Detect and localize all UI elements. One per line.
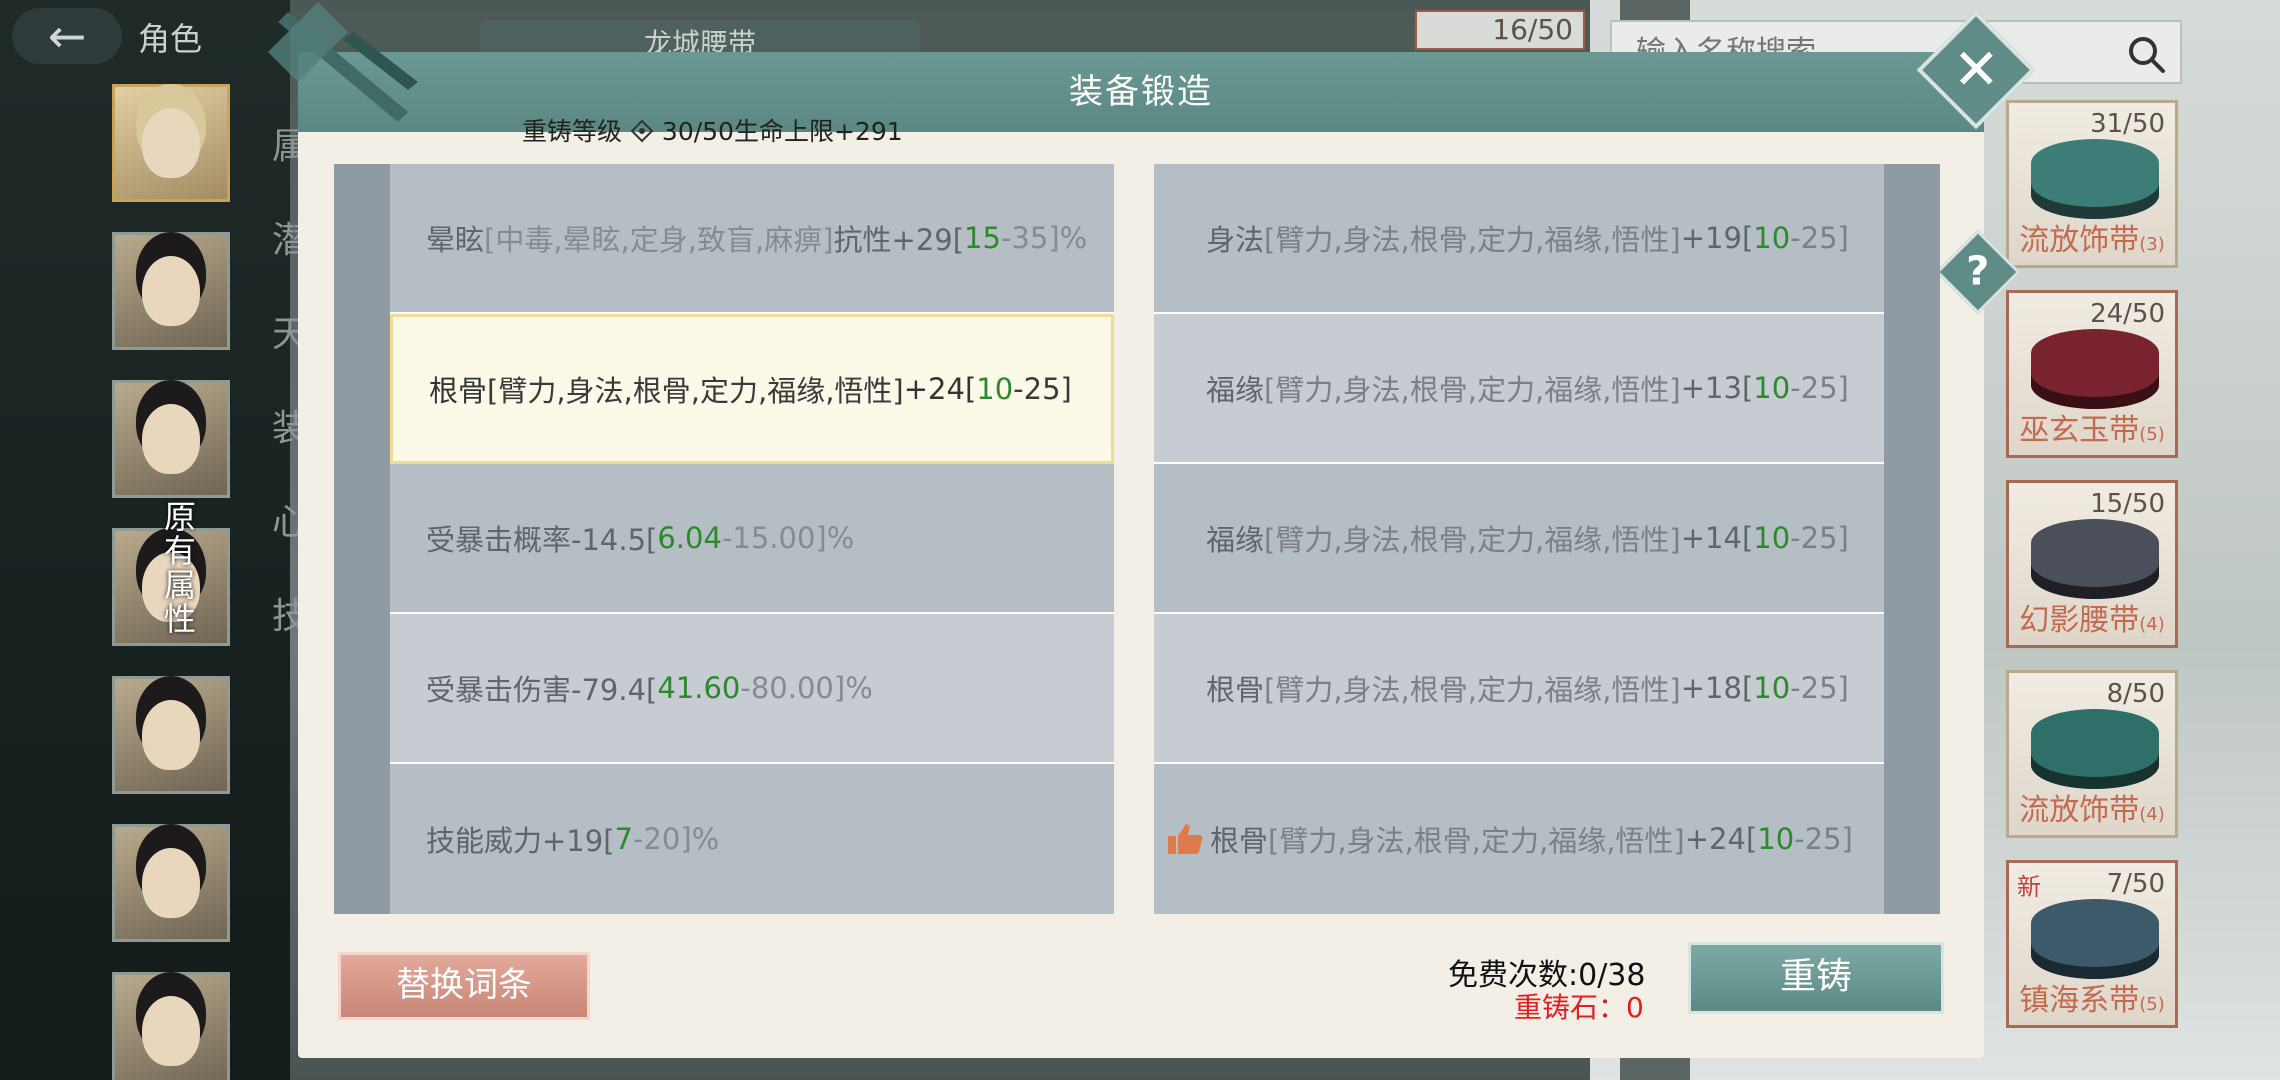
equipment-card[interactable]: 15/50 幻影腰带(4) <box>2006 480 2178 648</box>
character-portrait[interactable] <box>112 84 230 202</box>
info-diamond-icon <box>630 119 654 143</box>
equipment-list: 31/50 流放饰带(3) 24/50 巫玄玉带(5) 15/50 幻影腰带(4… <box>2006 100 2178 1050</box>
reforge-button[interactable]: 重铸 <box>1688 942 1944 1014</box>
attribute-row[interactable]: 身法 [臂力,身法,根骨,定力,福缘,悟性] +19[10 -25] <box>1154 164 1884 314</box>
attribute-row[interactable]: 福缘 [臂力,身法,根骨,定力,福缘,悟性] +14[10 -25] <box>1154 464 1884 614</box>
item-name: 流放饰带(4) <box>2019 793 2165 828</box>
avatar <box>142 848 200 918</box>
attribute-row[interactable]: 福缘 [臂力,身法,根骨,定力,福缘,悟性] +13[10 -25] <box>1154 314 1884 464</box>
character-portrait[interactable] <box>112 380 230 498</box>
original-attributes-panel: 晕眩 [中毒,晕眩,定身,致盲,麻痹] 抗性+29[15 -35]% 根骨 [臂力,身法… <box>334 164 1114 914</box>
thumbs-up-icon <box>1168 824 1203 854</box>
forge-dialog: 装备锻造 ✕ ? 重铸等级 30/50生命上限+291 晕眩 [中毒,晕眩,定身,… <box>268 2 2036 1058</box>
equipment-card[interactable]: 24/50 巫玄玉带(5) <box>2006 290 2178 458</box>
item-count: 15/50 <box>2090 489 2165 519</box>
new-badge: 新 <box>2017 873 2041 901</box>
attribute-row-recommended[interactable]: 根骨 [臂力,身法,根骨,定力,福缘,悟性] +24[10 -25] <box>1154 764 1884 914</box>
attribute-row[interactable]: 技能威力+19[7 -20]% <box>390 764 1114 914</box>
reforged-attributes-panel: 身法 [臂力,身法,根骨,定力,福缘,悟性] +19[10 -25] 福缘 [臂力,身法… <box>1154 164 1940 914</box>
belt-icon <box>2031 139 2159 219</box>
back-button[interactable]: ← <box>12 8 122 64</box>
item-name: 幻影腰带(4) <box>2019 603 2165 638</box>
attribute-row-selected[interactable]: 根骨 [臂力,身法,根骨,定力,福缘,悟性] +24[10 -25] <box>390 314 1114 464</box>
item-count: 31/50 <box>2090 109 2165 139</box>
reforged-attribute-list: 身法 [臂力,身法,根骨,定力,福缘,悟性] +19[10 -25] 福缘 [臂力,身法… <box>1154 164 1884 914</box>
background-item-count: 16/50 <box>1415 10 1585 50</box>
item-count: 8/50 <box>2106 679 2165 709</box>
item-name: 流放饰带(3) <box>2019 223 2165 258</box>
question-icon: ? <box>1966 248 1990 295</box>
character-portrait[interactable] <box>112 824 230 942</box>
character-portrait[interactable] <box>112 676 230 794</box>
avatar <box>142 108 200 178</box>
equipment-card[interactable]: 8/50 流放饰带(4) <box>2006 670 2178 838</box>
back-arrow-icon: ← <box>47 9 87 63</box>
reforge-level-value: 30/50生命上限+291 <box>661 117 903 146</box>
item-name: 巫玄玉带(5) <box>2019 413 2165 448</box>
equipment-card[interactable]: 新 7/50 镇海系带(5) <box>2006 860 2178 1028</box>
original-attributes-label: 原有属性 <box>163 498 196 638</box>
avatar <box>142 404 200 474</box>
avatar <box>142 996 200 1066</box>
close-icon: ✕ <box>1952 36 2000 102</box>
character-portrait[interactable] <box>112 232 230 350</box>
sword-ornament-icon <box>268 2 418 122</box>
item-count: 7/50 <box>2106 869 2165 899</box>
search-icon[interactable] <box>2126 34 2166 74</box>
attribute-row[interactable]: 受暴击概率-14.5[6.04 -15.00]% <box>390 464 1114 614</box>
item-name: 镇海系带(5) <box>2019 983 2165 1018</box>
reforge-stone-count: 重铸石：0 <box>1514 991 1644 1024</box>
belt-icon <box>2031 709 2159 789</box>
equipment-card[interactable]: 31/50 流放饰带(3) <box>2006 100 2178 268</box>
item-count: 24/50 <box>2090 299 2165 329</box>
attribute-row[interactable]: 根骨 [臂力,身法,根骨,定力,福缘,悟性] +18[10 -25] <box>1154 614 1884 764</box>
original-attribute-list: 晕眩 [中毒,晕眩,定身,致盲,麻痹] 抗性+29[15 -35]% 根骨 [臂力,身法… <box>390 164 1114 914</box>
attribute-row[interactable]: 晕眩 [中毒,晕眩,定身,致盲,麻痹] 抗性+29[15 -35]% <box>390 164 1114 314</box>
belt-icon <box>2031 329 2159 409</box>
replace-attribute-button[interactable]: 替换词条 <box>338 952 590 1020</box>
belt-icon <box>2031 519 2159 599</box>
avatar <box>142 700 200 770</box>
attribute-row[interactable]: 受暴击伤害-79.4[41.60 -80.00]% <box>390 614 1114 764</box>
avatar <box>142 256 200 326</box>
page-title: 角色 <box>138 20 203 58</box>
reforge-level: 重铸等级 30/50生命上限+291 <box>522 112 903 148</box>
reforge-level-label: 重铸等级 <box>522 117 623 146</box>
character-portrait[interactable] <box>112 972 230 1080</box>
belt-icon <box>2031 899 2159 979</box>
